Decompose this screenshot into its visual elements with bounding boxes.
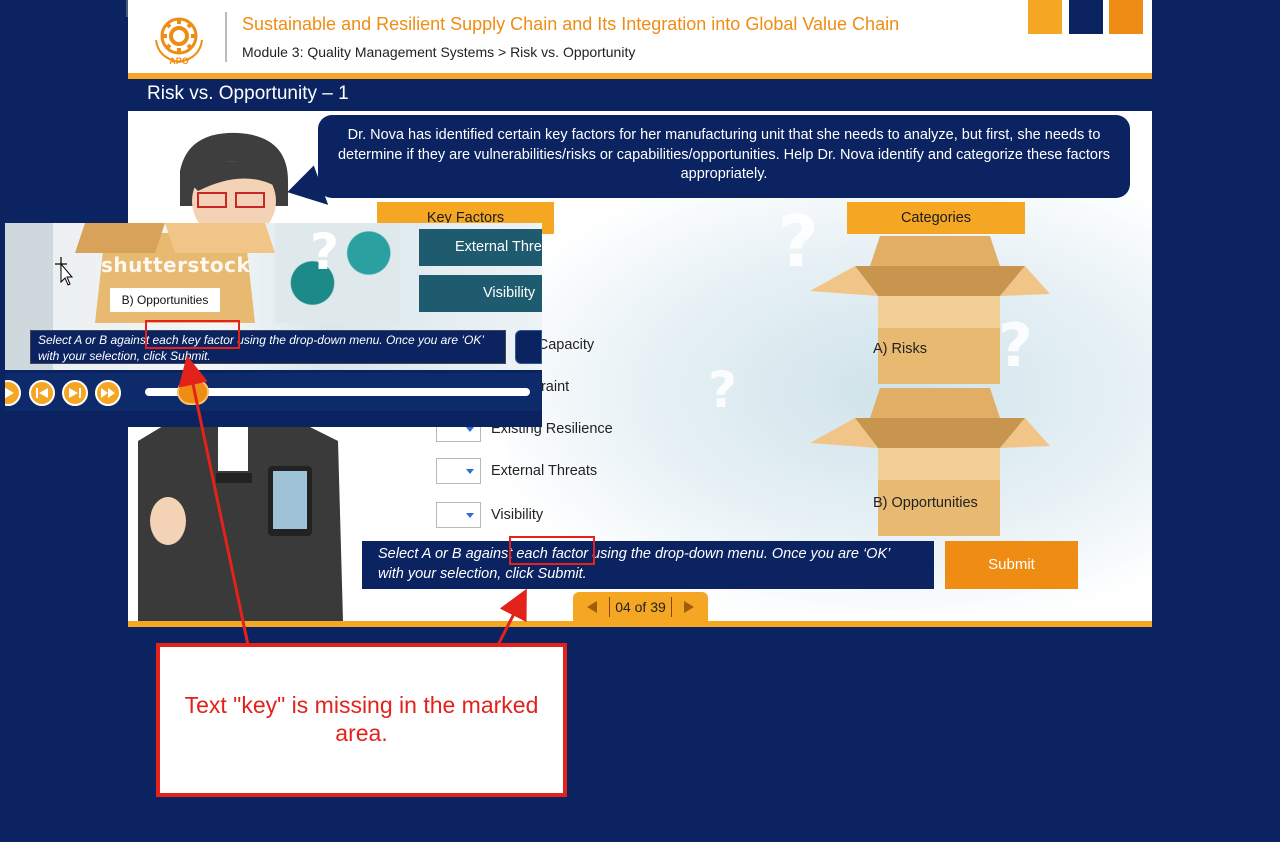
play-icon[interactable] <box>5 380 21 406</box>
submit-button[interactable]: Submit <box>945 541 1078 589</box>
factor-label: External Threats <box>491 463 598 479</box>
opportunities-box-icon[interactable] <box>810 388 1050 538</box>
overlay-visibility-button[interactable]: Visibility <box>419 275 542 312</box>
header: APO Sustainable and Resilient Supply Cha… <box>128 0 1152 73</box>
next-slide-icon[interactable] <box>678 597 700 617</box>
overlay-stage: shutterstock B) Opportunities ? External… <box>5 223 542 370</box>
svg-text:APO: APO <box>169 56 189 66</box>
factor-dropdown[interactable] <box>436 502 481 528</box>
speech-bubble: Dr. Nova has identified certain key fact… <box>318 115 1130 198</box>
progress-slider-knob[interactable] <box>177 379 209 405</box>
fast-forward-icon[interactable] <box>95 380 121 406</box>
overlay-instruction-text: Select A or B against each key factor us… <box>30 330 506 364</box>
risks-box-icon[interactable] <box>810 236 1050 386</box>
slide-title: Risk vs. Opportunity – 1 <box>147 83 349 104</box>
deco-square-orange <box>1028 0 1062 34</box>
annotation-note: Text "key" is missing in the marked area… <box>156 643 567 797</box>
skip-forward-icon[interactable] <box>62 380 88 406</box>
pager-divider <box>608 596 610 617</box>
deco-square-navy <box>1069 0 1103 34</box>
deco-square-dark-orange <box>1109 0 1143 34</box>
overlay-external-threats-button[interactable]: External Threa <box>419 229 542 266</box>
overlay-opportunities-label: B) Opportunities <box>110 288 220 312</box>
highlight-box-slide <box>509 536 595 565</box>
course-title: Sustainable and Resilient Supply Chain a… <box>242 14 900 34</box>
header-divider <box>225 12 227 62</box>
apo-logo: APO <box>155 17 203 66</box>
instruction-text: Select A or B against each factor using … <box>362 541 934 589</box>
question-mark-art: ? <box>708 361 738 419</box>
factor-row-visibility: Visibility <box>436 502 543 528</box>
factor-row-external-threats: External Threats <box>436 458 597 484</box>
breadcrumb: Module 3: Quality Management Systems > R… <box>242 44 636 60</box>
slide-counter: 04 of 39 <box>615 598 666 615</box>
move-cursor-icon <box>55 257 74 286</box>
stage-bottom-bar <box>128 621 1152 627</box>
category-label-risks: A) Risks <box>873 341 927 357</box>
prev-slide-icon[interactable] <box>581 597 603 617</box>
player-overlay: shutterstock B) Opportunities ? External… <box>5 223 542 427</box>
category-label-opportunities: B) Opportunities <box>873 495 978 511</box>
factor-label: Visibility <box>491 507 544 523</box>
skip-back-icon[interactable] <box>29 380 55 406</box>
overlay-side-button[interactable] <box>515 330 542 364</box>
watermark-text: shutterstock <box>101 253 251 277</box>
question-mark-art: ? <box>310 223 340 281</box>
categories-header: Categories <box>847 202 1025 234</box>
header-divider-bar <box>128 73 1152 79</box>
highlight-box-overlay <box>145 320 240 349</box>
pager-divider <box>671 596 673 617</box>
slide-pager: 04 of 39 <box>573 592 708 621</box>
factor-dropdown[interactable] <box>436 458 481 484</box>
